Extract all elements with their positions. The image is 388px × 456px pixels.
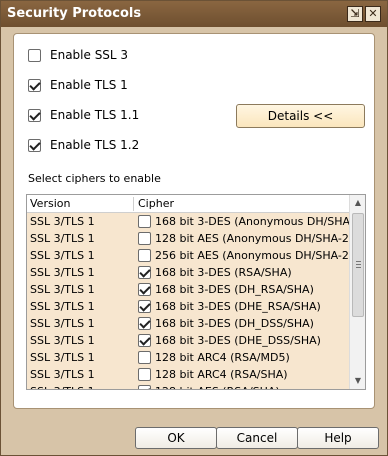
protocols-panel: Enable SSL 3 Enable TLS 1 Enable TLS 1.1…: [13, 33, 375, 409]
checkbox-icon[interactable]: [138, 351, 151, 364]
close-icon[interactable]: ✕: [365, 6, 381, 22]
pin-icon[interactable]: ⇲: [347, 6, 363, 22]
cipher-row[interactable]: SSL 3/TLS 1 256 bit AES (Anonymous DH/SHA…: [27, 247, 365, 264]
cipher-name: 168 bit 3-DES (DH_RSA/SHA): [155, 283, 314, 296]
cipher-version: SSL 3/TLS 1: [30, 385, 95, 389]
title-bar: Security Protocols ⇲ ✕: [1, 1, 387, 27]
checkbox-icon[interactable]: [138, 266, 151, 279]
cipher-row[interactable]: SSL 3/TLS 1 168 bit 3-DES (DHE_RSA/SHA): [27, 298, 349, 315]
cipher-row[interactable]: SSL 3/TLS 1 168 bit 3-DES (DHE_DSS/SHA): [27, 332, 349, 349]
ciphers-label: Select ciphers to enable: [28, 172, 161, 185]
enable-ssl3-option[interactable]: Enable SSL 3: [28, 48, 128, 62]
cipher-name: 256 bit AES (Anonymous DH/SHA-256): [155, 249, 366, 262]
details-button[interactable]: Details <<: [236, 104, 365, 128]
cipher-name: 128 bit AES (RSA/SHA): [155, 385, 280, 389]
option-label: Enable TLS 1: [50, 78, 128, 92]
option-label: Enable TLS 1.1: [50, 108, 140, 122]
checkbox-icon[interactable]: [138, 249, 151, 262]
cipher-list: Version Cipher SSL 3/TLS 1 168 bit 3-DES …: [26, 194, 366, 390]
checkbox-icon[interactable]: [138, 368, 151, 381]
help-button[interactable]: Help: [297, 427, 379, 449]
cipher-name: 168 bit 3-DES (DHE_DSS/SHA): [155, 334, 321, 347]
cipher-name: 128 bit ARC4 (RSA/MD5): [155, 351, 290, 364]
cipher-version: SSL 3/TLS 1: [30, 249, 95, 262]
cipher-version: SSL 3/TLS 1: [30, 317, 95, 330]
cipher-name: 128 bit AES (Anonymous DH/SHA-256): [155, 232, 366, 245]
option-label: Enable SSL 3: [50, 48, 129, 62]
cipher-name: 168 bit 3-DES (DHE_RSA/SHA): [155, 300, 321, 313]
grip-line: [356, 267, 361, 268]
ok-button[interactable]: OK: [135, 427, 217, 449]
cipher-list-header: Version Cipher: [27, 195, 349, 213]
scroll-up-icon[interactable]: ▲: [350, 195, 365, 211]
grip-line: [356, 264, 361, 265]
checkbox-icon[interactable]: [28, 108, 41, 122]
checkbox-icon[interactable]: [138, 317, 151, 330]
option-label: Enable TLS 1.2: [50, 138, 140, 152]
checkbox-icon[interactable]: [28, 138, 41, 152]
scroll-down-icon[interactable]: ▼: [350, 373, 365, 389]
vertical-scrollbar[interactable]: ▲ ▼: [349, 195, 365, 389]
cipher-version: SSL 3/TLS 1: [30, 334, 95, 347]
enable-tls12-option[interactable]: Enable TLS 1.2: [28, 138, 139, 152]
checkbox-icon[interactable]: [28, 48, 41, 62]
cipher-row[interactable]: SSL 3/TLS 1 168 bit 3-DES (Anonymous DH/S…: [27, 213, 354, 230]
cipher-version: SSL 3/TLS 1: [30, 266, 95, 279]
cancel-button[interactable]: Cancel: [216, 427, 298, 449]
cipher-version: SSL 3/TLS 1: [30, 283, 95, 296]
cipher-column-header[interactable]: Cipher: [138, 197, 174, 210]
security-protocols-dialog: Security Protocols ⇲ ✕ Enable SSL 3 Enab…: [0, 0, 388, 456]
column-divider[interactable]: [133, 197, 134, 211]
cipher-row[interactable]: SSL 3/TLS 1 128 bit AES (Anonymous DH/SHA…: [27, 230, 365, 247]
cipher-name: 128 bit ARC4 (RSA/SHA): [155, 368, 288, 381]
cipher-version: SSL 3/TLS 1: [30, 232, 95, 245]
cipher-row[interactable]: SSL 3/TLS 1 168 bit 3-DES (RSA/SHA): [27, 264, 349, 281]
cipher-version: SSL 3/TLS 1: [30, 300, 95, 313]
cipher-rows: SSL 3/TLS 1 168 bit 3-DES (Anonymous DH/S…: [27, 213, 365, 389]
window-title: Security Protocols: [7, 6, 142, 21]
checkbox-icon[interactable]: [138, 215, 151, 228]
checkbox-icon[interactable]: [138, 334, 151, 347]
checkbox-icon[interactable]: [138, 300, 151, 313]
enable-tls1-option[interactable]: Enable TLS 1: [28, 78, 128, 92]
cipher-row[interactable]: SSL 3/TLS 1 168 bit 3-DES (DH_DSS/SHA): [27, 315, 349, 332]
cipher-row[interactable]: SSL 3/TLS 1 128 bit ARC4 (RSA/MD5): [27, 349, 349, 366]
enable-tls11-option[interactable]: Enable TLS 1.1: [28, 108, 139, 122]
grip-line: [356, 261, 361, 262]
cipher-row[interactable]: SSL 3/TLS 1 128 bit ARC4 (RSA/SHA): [27, 366, 349, 383]
checkbox-icon[interactable]: [138, 283, 151, 296]
version-column-header[interactable]: Version: [30, 197, 70, 210]
checkbox-icon[interactable]: [138, 385, 151, 389]
scrollbar-thumb[interactable]: [352, 213, 364, 317]
cipher-row[interactable]: SSL 3/TLS 1 128 bit AES (RSA/SHA): [27, 383, 349, 389]
cipher-name: 168 bit 3-DES (RSA/SHA): [155, 266, 292, 279]
cipher-version: SSL 3/TLS 1: [30, 368, 95, 381]
cipher-row[interactable]: SSL 3/TLS 1 168 bit 3-DES (DH_RSA/SHA): [27, 281, 349, 298]
checkbox-icon[interactable]: [138, 232, 151, 245]
cipher-name: 168 bit 3-DES (DH_DSS/SHA): [155, 317, 314, 330]
checkbox-icon[interactable]: [28, 78, 41, 92]
cipher-version: SSL 3/TLS 1: [30, 351, 95, 364]
cipher-version: SSL 3/TLS 1: [30, 215, 95, 228]
cipher-name: 168 bit 3-DES (Anonymous DH/SHA): [155, 215, 355, 228]
